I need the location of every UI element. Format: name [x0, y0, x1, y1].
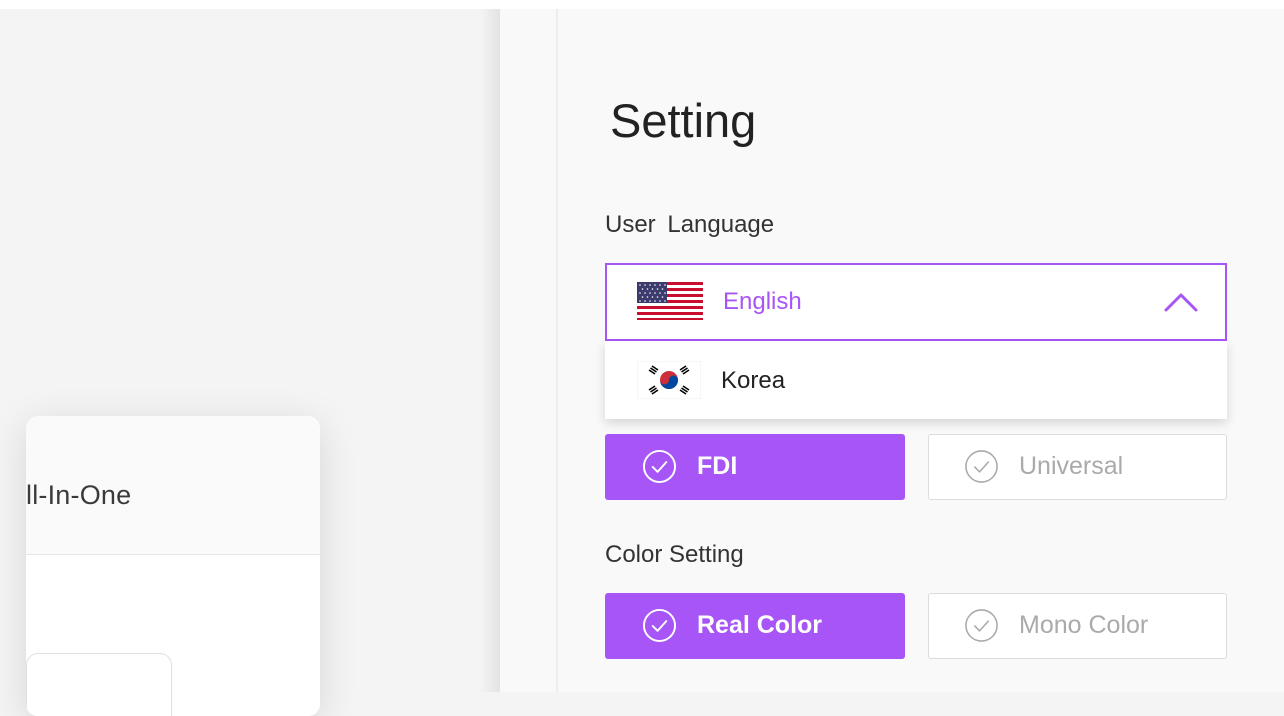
mono-color-option-label: Mono Color [1019, 611, 1149, 639]
background-inner-box [26, 653, 172, 716]
settings-panel: Setting User Language English Korea FDI … [500, 9, 1284, 692]
check-circle-icon [965, 450, 998, 483]
chevron-up-icon[interactable] [1163, 291, 1199, 313]
check-circle-icon [642, 608, 677, 643]
universal-option-button[interactable]: Universal [928, 434, 1227, 500]
user-language-label: User Language [605, 211, 775, 238]
language-option-label: Korea [721, 367, 786, 394]
page-title: Setting [610, 94, 757, 147]
fdi-option-label: FDI [697, 452, 738, 480]
panel-rule [556, 9, 558, 692]
language-select[interactable]: English [605, 263, 1227, 341]
background-card-title: ll-In-One [26, 480, 132, 510]
real-color-option-button[interactable]: Real Color [605, 593, 905, 659]
korea-flag-icon [637, 361, 701, 399]
check-circle-icon [642, 449, 677, 484]
background-area: ll-In-One [26, 9, 500, 716]
color-setting-label: Color Setting [605, 541, 744, 568]
top-strip [0, 0, 1284, 9]
panel-shadow [480, 9, 500, 692]
universal-option-label: Universal [1019, 452, 1124, 480]
language-dropdown: Korea [605, 341, 1227, 419]
selected-language: English [723, 288, 802, 315]
fdi-option-button[interactable]: FDI [605, 434, 905, 500]
us-flag-icon [637, 282, 703, 320]
background-card: ll-In-One [26, 416, 320, 716]
check-circle-icon [965, 609, 998, 642]
mono-color-option-button[interactable]: Mono Color [928, 593, 1227, 659]
real-color-option-label: Real Color [697, 611, 823, 639]
